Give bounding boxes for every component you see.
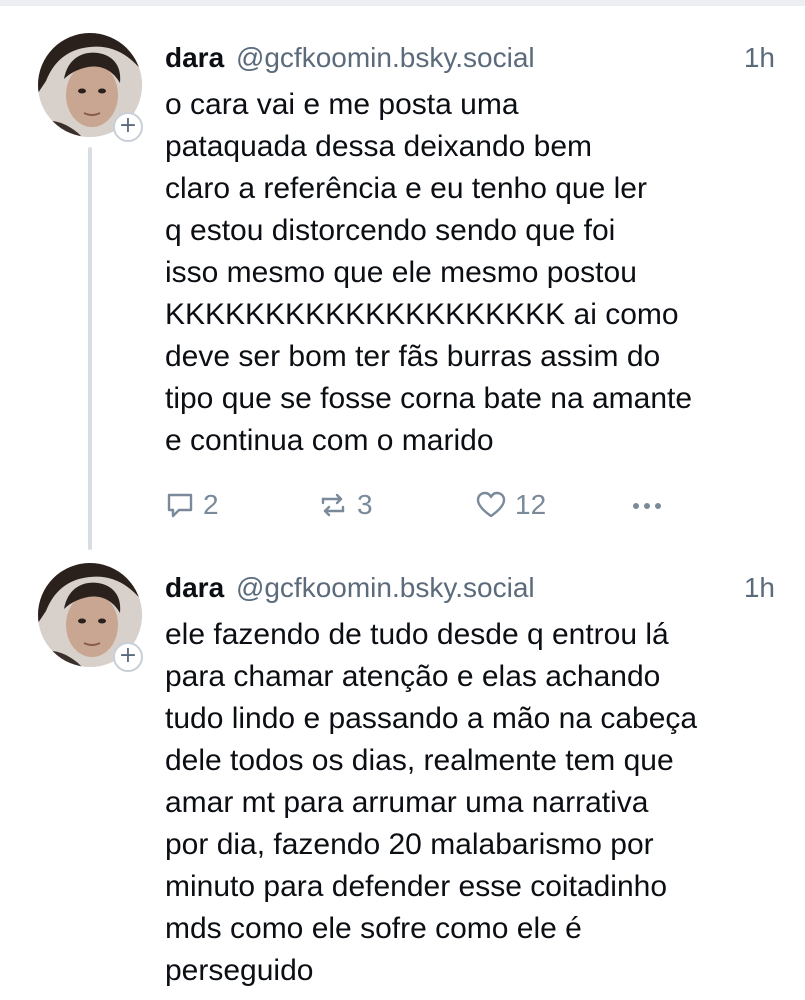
like-button[interactable]: 12 <box>475 485 546 525</box>
post-text: ele fazendo de tudo desde q entrou lá pa… <box>165 614 785 992</box>
more-options-button[interactable] <box>630 485 664 525</box>
post-timestamp[interactable]: 1h <box>744 568 775 608</box>
post-actions: 2 3 12 <box>165 485 685 525</box>
post-text-line: mds como ele sofre como ele é <box>165 912 582 945</box>
post-text-line: por dia, fazendo 20 malabarismo por <box>165 828 654 861</box>
post-text-line: tudo lindo e passando a mão na cabeça <box>165 702 698 735</box>
author-name[interactable]: dara <box>165 42 224 73</box>
post[interactable]: + dara @gcfkoomin.bsky.social 1h ele faz… <box>0 560 805 1000</box>
post-text-line: perseguido <box>165 954 314 987</box>
author-handle[interactable]: @gcfkoomin.bsky.social <box>236 572 535 603</box>
author-handle[interactable]: @gcfkoomin.bsky.social <box>236 42 535 73</box>
post[interactable]: + dara @gcfkoomin.bsky.social 1h o cara … <box>0 30 805 560</box>
author-name[interactable]: dara <box>165 572 224 603</box>
repost-arrows-icon <box>321 493 345 517</box>
post-text-line: tipo que se fosse corna bate na amante <box>165 382 693 415</box>
top-divider <box>0 0 805 6</box>
post-text-line: amar mt para arrumar uma narrativa <box>165 786 649 819</box>
post-text-line: minuto para defender esse coitadinho <box>165 870 668 903</box>
repost-count: 3 <box>357 489 373 520</box>
heart-icon <box>476 491 506 518</box>
post-text-line: ele fazendo de tudo desde q entrou lá <box>165 618 669 651</box>
plus-icon[interactable]: + <box>113 642 143 672</box>
author-avatar-wrap[interactable]: + <box>38 563 143 672</box>
thread-connector-line <box>88 147 92 550</box>
reply-button[interactable]: 2 <box>165 485 219 525</box>
post-text-line: pataquada dessa deixando bem <box>165 130 593 163</box>
post-header: dara @gcfkoomin.bsky.social 1h <box>165 38 775 78</box>
post-text-line: claro a referência e eu tenho que ler <box>165 172 647 205</box>
reply-count: 2 <box>203 489 219 520</box>
post-text-line: e continua com o marido <box>165 424 494 457</box>
like-count: 12 <box>515 489 547 520</box>
plus-icon[interactable]: + <box>113 112 143 142</box>
post-text-line: q estou distorcendo sendo que foi <box>165 214 616 247</box>
post-text-line: isso mesmo que ele mesmo postou <box>165 256 637 289</box>
repost-button[interactable]: 3 <box>317 485 373 525</box>
post-text-line: o cara vai e me posta uma <box>165 88 519 121</box>
post-timestamp[interactable]: 1h <box>744 38 775 78</box>
post-text-line: deve ser bom ter fãs burras assim do <box>165 340 661 373</box>
speech-bubble-icon <box>167 493 193 518</box>
post-text-line: para chamar atenção e elas achando <box>165 660 661 693</box>
post-text: o cara vai e me posta uma pataquada dess… <box>165 84 785 462</box>
ellipsis-icon <box>633 503 661 509</box>
post-text-line: dele todos os dias, realmente tem que <box>165 744 674 777</box>
post-text-line: KKKKKKKKKKKKKKKKKKKK ai como <box>165 298 679 331</box>
post-header: dara @gcfkoomin.bsky.social 1h <box>165 568 775 608</box>
author-avatar-wrap[interactable]: + <box>38 33 143 142</box>
